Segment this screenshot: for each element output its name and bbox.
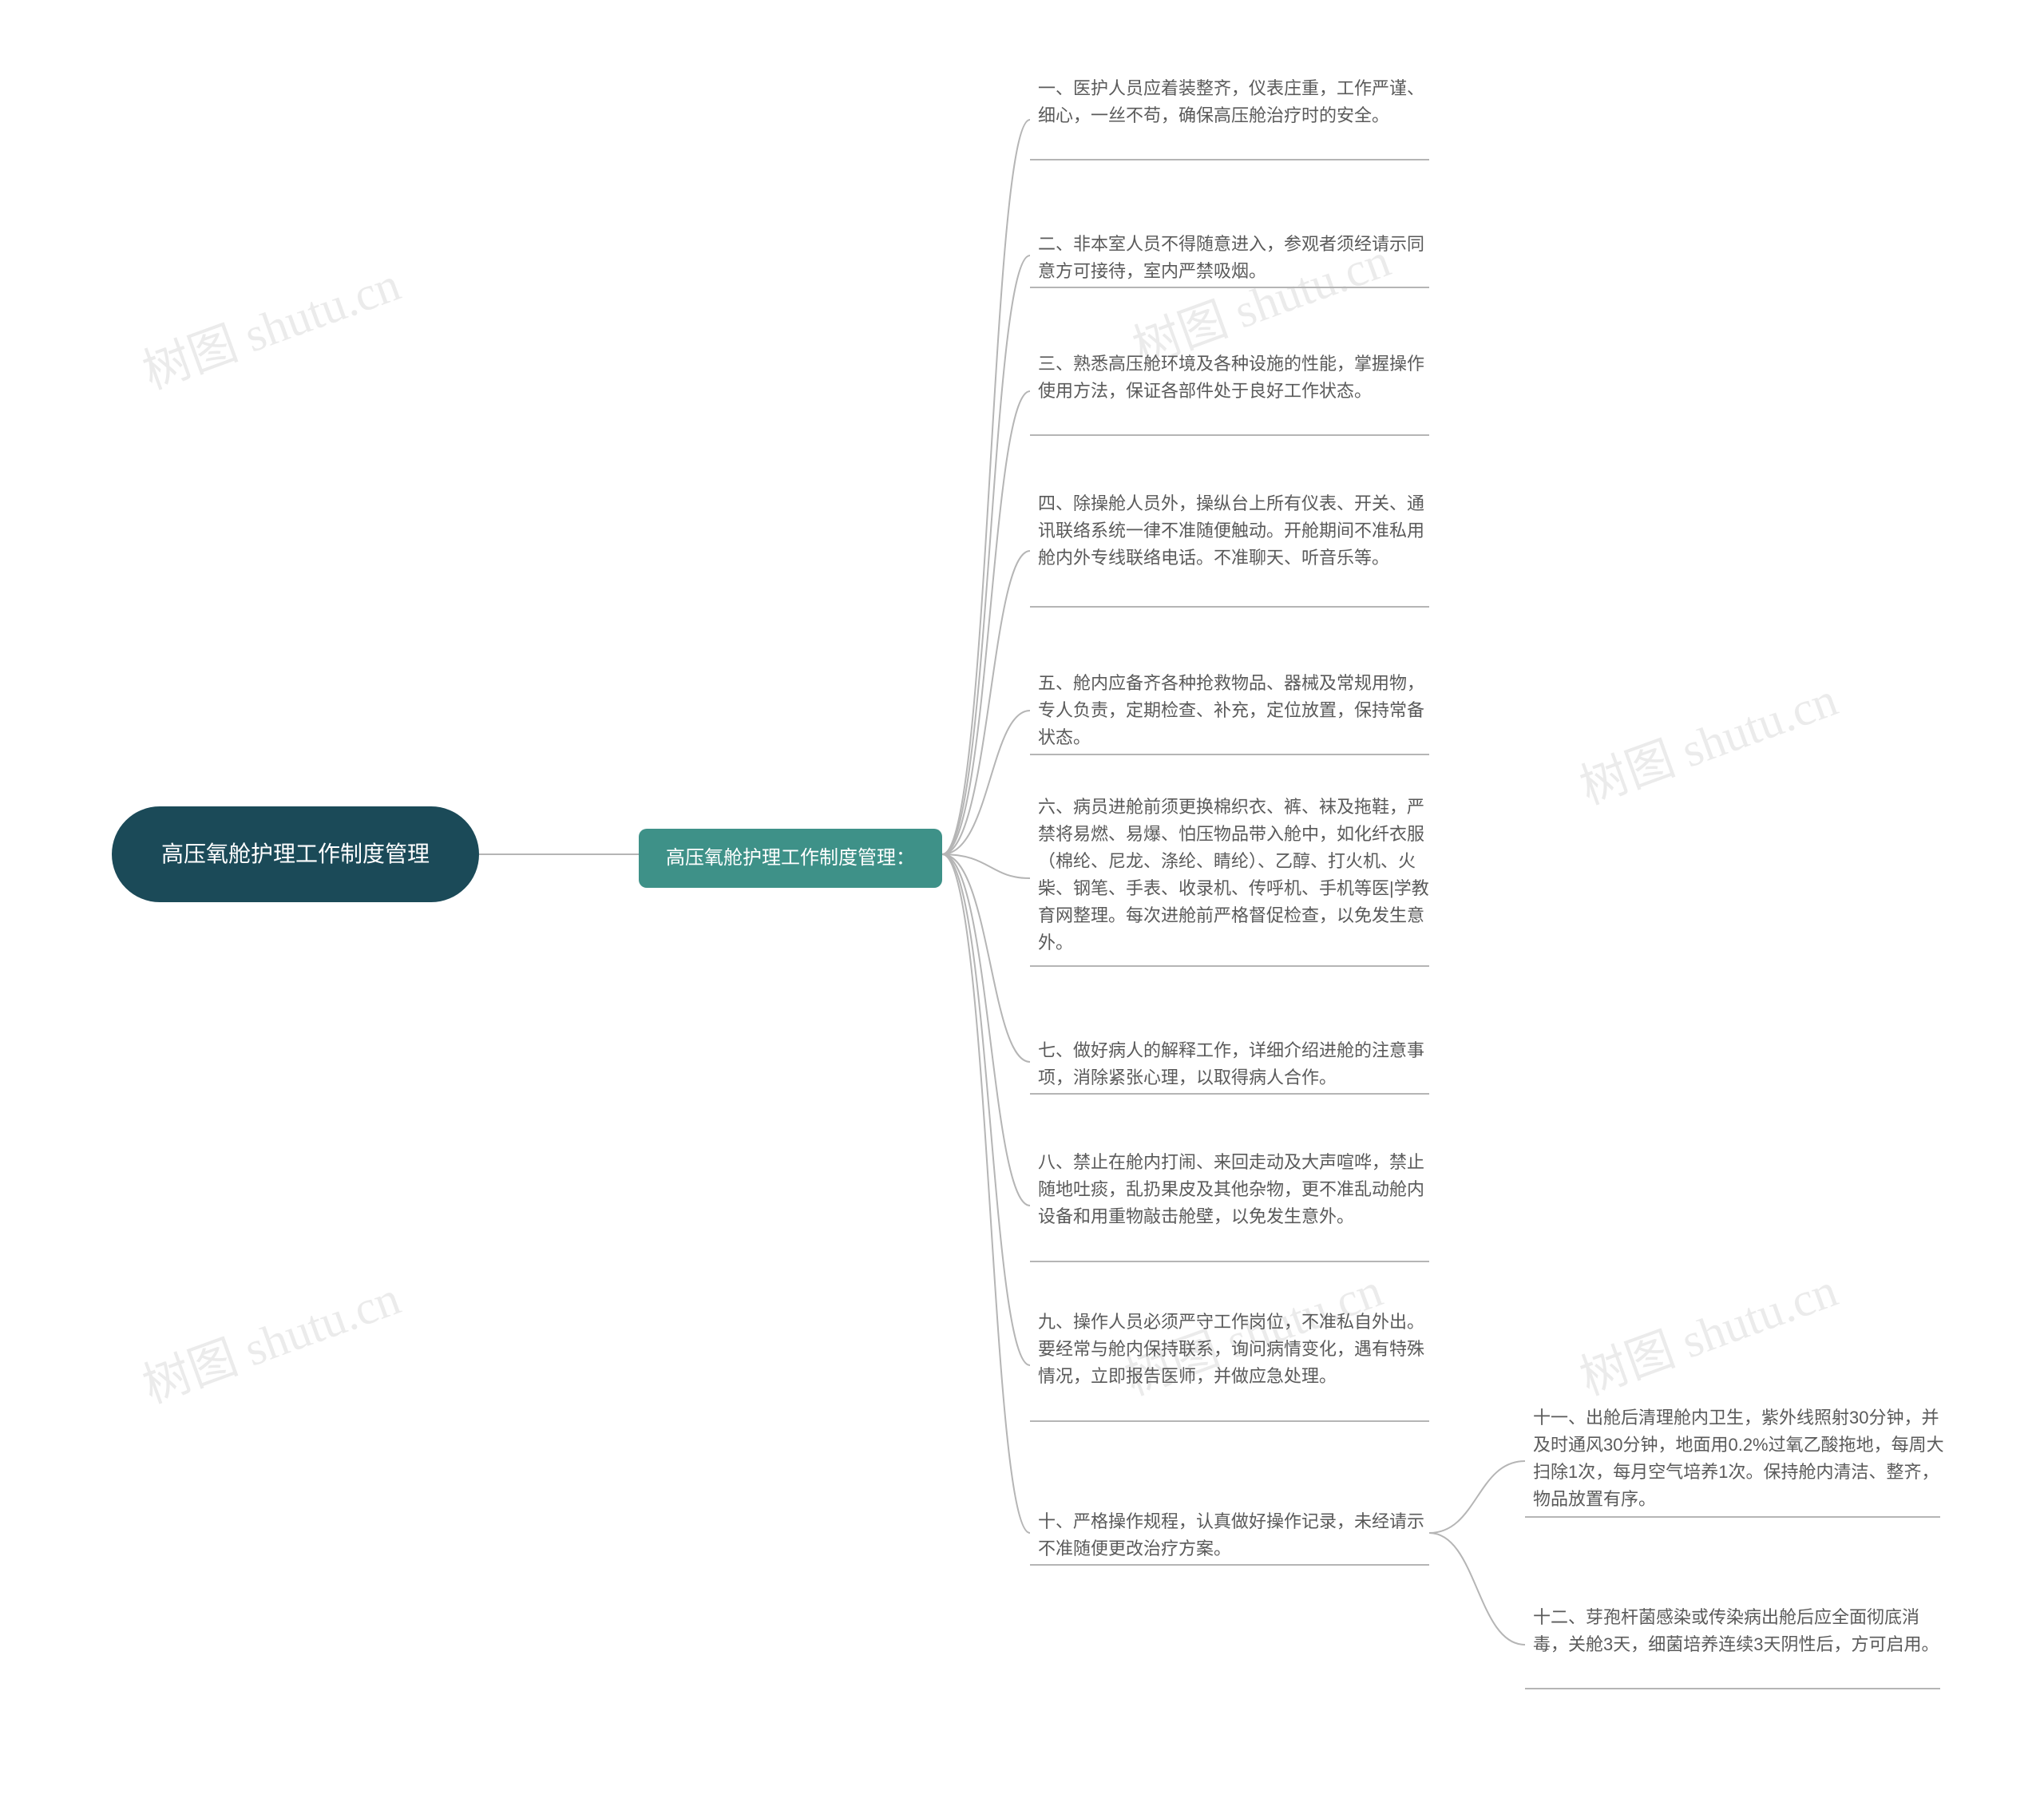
leaf-node-3[interactable]: 三、熟悉高压舱环境及各种设施的性能，掌握操作使用方法，保证各部件处于良好工作状态…	[1038, 347, 1437, 408]
watermark: 树图 shutu.cn	[132, 245, 408, 402]
sub-node[interactable]: 高压氧舱护理工作制度管理：	[639, 829, 942, 888]
leaf-node-7[interactable]: 七、做好病人的解释工作，详细介绍进舱的注意事项，消除紧张心理，以取得病人合作。	[1038, 1034, 1437, 1095]
leaf-node-9[interactable]: 九、操作人员必须严守工作岗位，不准私自外出。要经常与舱内保持联系，询问病情变化，…	[1038, 1305, 1437, 1393]
leaf-text: 十、严格操作规程，认真做好操作记录，未经请示不准随便更改治疗方案。	[1038, 1508, 1437, 1562]
leaf-node-4[interactable]: 四、除操舱人员外，操纵台上所有仪表、开关、通讯联络系统一律不准随便触动。开舱期间…	[1038, 487, 1437, 575]
leaf-text: 一、医护人员应着装整齐，仪表庄重，工作严谨、细心，一丝不苟，确保高压舱治疗时的安…	[1038, 75, 1437, 129]
leaf-text: 二、非本室人员不得随意进入，参观者须经请示同意方可接待，室内严禁吸烟。	[1038, 231, 1437, 285]
leaf-text: 十二、芽孢杆菌感染或传染病出舱后应全面彻底消毒，关舱3天，细菌培养连续3天阴性后…	[1533, 1604, 1948, 1658]
leaf-node-11[interactable]: 十一、出舱后清理舱内卫生，紫外线照射30分钟，并及时通风30分钟，地面用0.2%…	[1533, 1401, 1948, 1516]
leaf-node-5[interactable]: 五、舱内应备齐各种抢救物品、器械及常规用物，专人负责，定期检查、补充，定位放置，…	[1038, 667, 1437, 754]
sub-label: 高压氧舱护理工作制度管理：	[666, 843, 915, 873]
leaf-text: 三、熟悉高压舱环境及各种设施的性能，掌握操作使用方法，保证各部件处于良好工作状态…	[1038, 350, 1437, 405]
watermark: 树图 shutu.cn	[1569, 660, 1845, 818]
leaf-text: 七、做好病人的解释工作，详细介绍进舱的注意事项，消除紧张心理，以取得病人合作。	[1038, 1037, 1437, 1091]
leaf-node-10[interactable]: 十、严格操作规程，认真做好操作记录，未经请示不准随便更改治疗方案。	[1038, 1505, 1437, 1566]
mindmap-canvas: 树图 shutu.cn 树图 shutu.cn 树图 shutu.cn 树图 s…	[0, 0, 2044, 1798]
leaf-node-8[interactable]: 八、禁止在舱内打闹、来回走动及大声喧哗，禁止随地吐痰，乱扔果皮及其他杂物，更不准…	[1038, 1146, 1437, 1234]
root-label: 高压氧舱护理工作制度管理	[161, 837, 430, 873]
leaf-text: 六、病员进舱前须更换棉织衣、裤、袜及拖鞋，严禁将易燃、易爆、怕压物品带入舱中，如…	[1038, 794, 1437, 957]
watermark: 树图 shutu.cn	[132, 1259, 408, 1416]
leaf-node-1[interactable]: 一、医护人员应着装整齐，仪表庄重，工作严谨、细心，一丝不苟，确保高压舱治疗时的安…	[1038, 72, 1437, 133]
leaf-text: 十一、出舱后清理舱内卫生，紫外线照射30分钟，并及时通风30分钟，地面用0.2%…	[1533, 1404, 1948, 1513]
watermark: 树图 shutu.cn	[1569, 1251, 1845, 1408]
leaf-text: 四、除操舱人员外，操纵台上所有仪表、开关、通讯联络系统一律不准随便触动。开舱期间…	[1038, 490, 1437, 572]
leaf-text: 九、操作人员必须严守工作岗位，不准私自外出。要经常与舱内保持联系，询问病情变化，…	[1038, 1309, 1437, 1390]
leaf-node-6[interactable]: 六、病员进舱前须更换棉织衣、裤、袜及拖鞋，严禁将易燃、易爆、怕压物品带入舱中，如…	[1038, 790, 1437, 960]
leaf-node-12[interactable]: 十二、芽孢杆菌感染或传染病出舱后应全面彻底消毒，关舱3天，细菌培养连续3天阴性后…	[1533, 1601, 1948, 1661]
leaf-node-2[interactable]: 二、非本室人员不得随意进入，参观者须经请示同意方可接待，室内严禁吸烟。	[1038, 228, 1437, 288]
root-node[interactable]: 高压氧舱护理工作制度管理	[112, 806, 479, 902]
leaf-text: 八、禁止在舱内打闹、来回走动及大声喧哗，禁止随地吐痰，乱扔果皮及其他杂物，更不准…	[1038, 1149, 1437, 1230]
leaf-text: 五、舱内应备齐各种抢救物品、器械及常规用物，专人负责，定期检查、补充，定位放置，…	[1038, 670, 1437, 751]
